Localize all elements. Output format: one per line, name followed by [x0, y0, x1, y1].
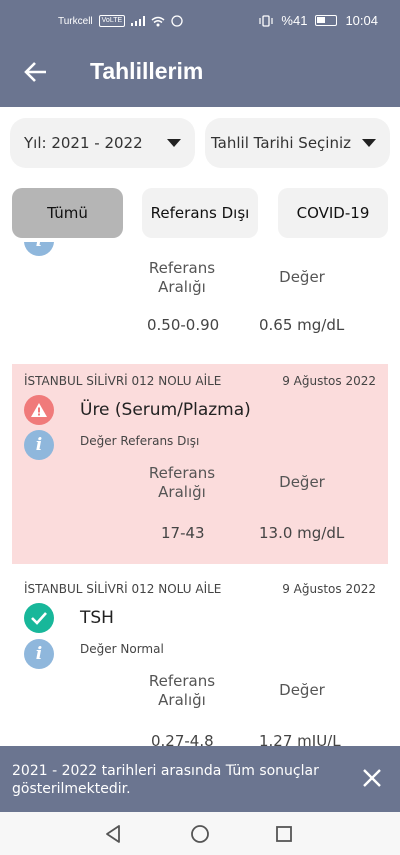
whatsapp-icon — [171, 15, 183, 27]
date-dropdown[interactable]: Tahlil Tarihi Seçiniz — [205, 118, 390, 168]
status-text: Değer Referans Dışı — [80, 434, 200, 448]
result-date: 9 Ağustos 2022 — [282, 582, 376, 596]
value-header: Değer — [279, 268, 325, 286]
tab-all[interactable]: Tümü — [12, 188, 123, 238]
signal-icon — [131, 16, 146, 26]
status-bar: Turkcell VoLTE %41 10:04 — [0, 0, 400, 40]
date-dropdown-label: Tahlil Tarihi Seçiniz — [211, 134, 352, 152]
reference-range: 0.27-4.8 — [151, 732, 214, 746]
tab-out-of-reference[interactable]: Referans Dışı — [142, 188, 258, 238]
warning-icon — [24, 395, 54, 425]
close-icon[interactable] — [360, 766, 384, 790]
value-header: Değer — [279, 681, 325, 699]
result-value: 1.27 mIU/L — [259, 732, 341, 746]
clinic-name: İSTANBUL SİLİVRİ 012 NOLU AİLE — [24, 582, 222, 596]
result-card-alert[interactable]: İSTANBUL SİLİVRİ 012 NOLU AİLE 9 Ağustos… — [12, 364, 388, 564]
info-icon[interactable]: i — [24, 430, 54, 460]
result-value: 13.0 mg/dL — [259, 524, 345, 542]
nav-recents-icon[interactable] — [272, 822, 296, 846]
reference-range-header: Referans Aralığı — [148, 464, 216, 501]
nav-back-icon[interactable] — [102, 822, 126, 846]
carrier-label: Turkcell — [58, 15, 93, 27]
info-icon[interactable]: i — [24, 639, 54, 669]
results-list[interactable]: i Referans Aralığı Değer 0.50-0.90 0.65 … — [0, 242, 400, 746]
result-card[interactable]: i Referans Aralığı Değer 0.50-0.90 0.65 … — [12, 242, 388, 352]
reference-range-header: Referans Aralığı — [148, 672, 216, 709]
year-dropdown[interactable]: Yıl: 2021 - 2022 — [10, 118, 195, 168]
caret-down-icon — [362, 139, 376, 147]
check-icon — [24, 603, 54, 633]
status-text: Değer Normal — [80, 642, 164, 656]
result-date: 9 Ağustos 2022 — [282, 374, 376, 388]
battery-icon — [315, 15, 338, 26]
vibrate-icon — [259, 14, 274, 27]
tab-covid-19[interactable]: COVID-19 — [278, 188, 388, 238]
info-icon: i — [24, 242, 54, 256]
page-title: Tahlillerim — [90, 58, 204, 84]
wifi-icon — [151, 16, 165, 26]
test-name: TSH — [80, 608, 114, 628]
reference-range: 0.50-0.90 — [147, 316, 220, 334]
app-bar: Tahlillerim — [0, 40, 400, 107]
nav-home-icon[interactable] — [188, 822, 212, 846]
caret-down-icon — [167, 139, 181, 147]
battery-percent: %41 — [281, 13, 308, 28]
snackbar: 2021 - 2022 tarihleri arasında Tüm sonuç… — [0, 746, 400, 812]
clock: 10:04 — [345, 13, 378, 28]
year-dropdown-label: Yıl: 2021 - 2022 — [24, 134, 143, 152]
reference-range: 17-43 — [161, 524, 205, 542]
result-value: 0.65 mg/dL — [259, 316, 345, 334]
volte-badge: VoLTE — [98, 15, 126, 27]
arrow-left-icon[interactable] — [22, 58, 50, 86]
clinic-name: İSTANBUL SİLİVRİ 012 NOLU AİLE — [24, 374, 222, 388]
test-name: Üre (Serum/Plazma) — [80, 400, 251, 420]
result-card[interactable]: İSTANBUL SİLİVRİ 012 NOLU AİLE 9 Ağustos… — [12, 574, 388, 746]
reference-range-header: Referans Aralığı — [148, 259, 216, 296]
value-header: Değer — [279, 473, 325, 491]
snackbar-message: 2021 - 2022 tarihleri arasında Tüm sonuç… — [12, 763, 319, 797]
system-nav-bar — [0, 812, 400, 855]
